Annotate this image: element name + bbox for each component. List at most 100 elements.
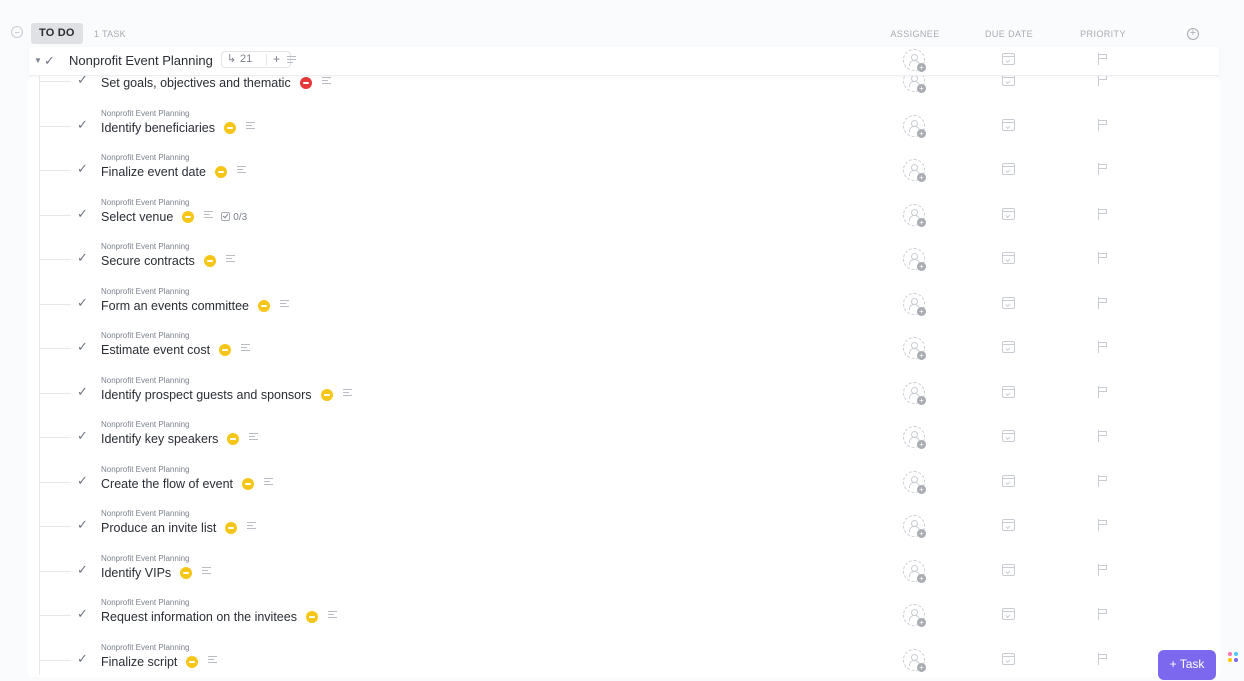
priority-status-icon[interactable] [257,299,270,312]
subtask-row[interactable]: ✓ Nonprofit Event Planning Identify VIPs + [0,548,1244,592]
flag-icon[interactable] [1098,519,1109,531]
subtask-title-text[interactable]: Identify VIPs [101,566,171,580]
subtask-title[interactable]: Produce an invite list [101,521,257,535]
calendar-icon[interactable] [1002,652,1015,665]
subtask-count-badge[interactable]: ↳ 21 + [221,51,291,68]
flag-icon[interactable] [1098,207,1109,220]
calendar-icon[interactable] [1002,53,1015,65]
subtask-title-text[interactable]: Set goals, objectives and thematic [101,76,291,90]
parent-task-row[interactable]: ▼ ✓ Nonprofit Event Planning ↳ 21 + + [29,47,1219,76]
column-header-priority[interactable]: PRIORITY [1076,29,1130,39]
add-task-button[interactable]: + Task [1158,650,1216,680]
flag-icon[interactable] [1098,163,1109,175]
subtask-title[interactable]: Finalize script [101,655,218,669]
subtask-title-text[interactable]: Select venue [101,210,173,224]
column-header-assignee[interactable]: ASSIGNEE [887,29,943,39]
subtask-title[interactable]: Select venue 0/3 [101,210,247,224]
priority-status-icon[interactable] [305,611,318,623]
checkmark-icon[interactable]: ✓ [77,606,88,622]
add-assignee-icon[interactable]: + [903,559,926,583]
status-pill[interactable]: TO DO [31,23,83,44]
priority-status-icon[interactable] [227,433,240,445]
add-assignee-icon[interactable]: + [903,159,926,182]
subtask-row[interactable]: ✓ Nonprofit Event Planning Secure contract… [0,236,1244,280]
subtask-title-text[interactable]: Identify beneficiaries [101,121,215,135]
priority-status-icon[interactable] [223,121,236,134]
subtask-title[interactable]: Set goals, objectives and thematic [101,76,331,90]
subtask-row[interactable]: ✓ Nonprofit Event Planning Create the flow… [0,459,1244,503]
subtask-title[interactable]: Identify prospect guests and sponsors [101,388,352,402]
calendar-icon[interactable] [1002,519,1015,531]
flag-icon[interactable] [1098,118,1109,131]
parent-task-title[interactable]: Nonprofit Event Planning [69,53,213,68]
add-assignee-icon[interactable]: + [903,337,926,360]
minus-circle-icon[interactable] [11,26,23,38]
subtask-row[interactable]: ✓ Nonprofit Event Planning Finalize event … [0,147,1244,191]
checkmark-icon[interactable]: ✓ [77,428,88,444]
subtask-title[interactable]: Form an events committee [101,299,289,313]
priority-status-icon[interactable] [242,477,255,490]
checkmark-icon[interactable]: ✓ [44,53,55,69]
subtask-row[interactable]: ✓ Nonprofit Event Planning Produce an invi… [0,503,1244,547]
subtask-parent-label[interactable]: Nonprofit Event Planning [101,509,190,518]
subtask-title-text[interactable]: Produce an invite list [101,521,216,535]
flag-icon[interactable] [1098,53,1109,65]
checklist-badge[interactable]: 0/3 [221,211,247,223]
subtask-title[interactable]: Estimate event cost [101,343,251,357]
subtask-row[interactable]: ✓ Nonprofit Event Planning Identify key sp… [0,414,1244,458]
flag-icon[interactable] [1098,385,1109,398]
subtask-row[interactable]: ✓ Nonprofit Event Planning Finalize script… [0,637,1244,681]
add-assignee-icon[interactable]: + [903,292,926,316]
subtask-title[interactable]: Finalize event date [101,165,246,179]
subtask-parent-label[interactable]: Nonprofit Event Planning [101,331,190,340]
priority-status-icon[interactable] [186,655,199,668]
add-assignee-icon[interactable]: + [903,114,926,138]
priority-status-icon[interactable] [203,255,216,267]
apps-grid-icon[interactable] [1228,652,1244,670]
subtask-parent-label[interactable]: Nonprofit Event Planning [101,598,190,607]
subtask-title-text[interactable]: Identify prospect guests and sponsors [101,388,312,402]
subtask-parent-label[interactable]: Nonprofit Event Planning [101,287,190,296]
calendar-icon[interactable] [1002,252,1015,264]
priority-status-icon[interactable] [214,166,227,178]
subtask-parent-label[interactable]: Nonprofit Event Planning [101,153,190,162]
add-assignee-icon[interactable]: + [903,248,926,271]
calendar-icon[interactable] [1002,608,1015,620]
subtask-row[interactable]: ✓ Nonprofit Event Planning Identify benefi… [0,103,1244,147]
subtask-title[interactable]: Create the flow of event [101,477,274,491]
flag-icon[interactable] [1098,474,1109,487]
checkmark-icon[interactable]: ✓ [77,651,88,667]
checkmark-icon[interactable]: ✓ [77,562,88,578]
calendar-icon[interactable] [1002,474,1015,487]
subtask-row[interactable]: ✓ Nonprofit Event Planning Select venue 0/3… [0,192,1244,236]
priority-status-icon[interactable] [299,77,312,89]
subtask-title-text[interactable]: Request information on the invitees [101,610,297,624]
subtask-title-text[interactable]: Finalize event date [101,165,206,179]
checkmark-icon[interactable]: ✓ [77,206,88,222]
add-assignee-icon[interactable]: + [903,604,926,627]
flag-icon[interactable] [1098,652,1109,665]
priority-status-icon[interactable] [182,210,195,223]
caret-down-icon[interactable]: ▼ [34,56,42,65]
priority-status-icon[interactable] [320,388,333,401]
checkmark-icon[interactable]: ✓ [77,117,88,133]
subtask-row[interactable]: ✓ Nonprofit Event Planning Form an events … [0,281,1244,325]
plus-circle-icon[interactable]: + [1187,28,1199,40]
subtask-title-text[interactable]: Finalize script [101,655,177,669]
subtask-title-text[interactable]: Create the flow of event [101,477,233,491]
add-subtask-button[interactable]: + [273,52,280,67]
subtask-row[interactable]: ✓ Nonprofit Event Planning Estimate event … [0,325,1244,369]
flag-icon[interactable] [1098,430,1109,442]
subtask-parent-label[interactable]: Nonprofit Event Planning [101,465,190,474]
flag-icon[interactable] [1098,608,1109,620]
column-header-due-date[interactable]: DUE DATE [982,29,1036,39]
subtask-parent-label[interactable]: Nonprofit Event Planning [101,198,190,207]
subtask-parent-label[interactable]: Nonprofit Event Planning [101,420,190,429]
subtask-title-text[interactable]: Estimate event cost [101,343,210,357]
subtask-parent-label[interactable]: Nonprofit Event Planning [101,554,190,563]
calendar-icon[interactable] [1002,563,1015,576]
subtask-row[interactable]: ✓ Nonprofit Event Planning Identify prospe… [0,370,1244,414]
flag-icon[interactable] [1098,563,1109,576]
add-assignee-icon[interactable]: + [903,203,926,227]
calendar-icon[interactable] [1002,163,1015,175]
